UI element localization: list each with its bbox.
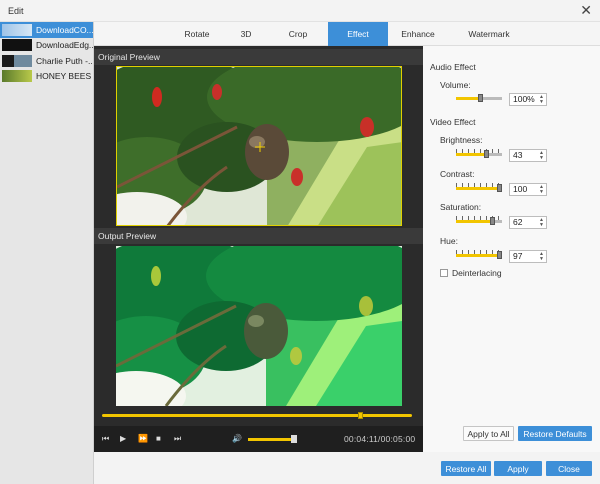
stop-icon[interactable]: ■ — [156, 434, 161, 444]
contrast-slider[interactable] — [456, 183, 502, 192]
original-preview-image — [116, 66, 402, 226]
volume-knob[interactable] — [291, 435, 297, 443]
volume-spinbox[interactable]: 100% ▲ ▼ — [509, 93, 547, 106]
skip-next-icon[interactable]: ⏭ — [174, 434, 181, 444]
saturation-knob[interactable] — [490, 217, 495, 225]
file-item[interactable]: DownloadCO... — [0, 22, 93, 38]
contrast-knob[interactable] — [497, 184, 502, 192]
saturation-slider[interactable] — [456, 216, 502, 225]
video-effect-heading: Video Effect — [430, 117, 476, 127]
output-preview-image — [116, 246, 402, 406]
file-name: DownloadCO... — [36, 24, 93, 35]
fast-forward-icon[interactable]: ⏩ — [138, 434, 148, 444]
file-item[interactable]: Charlie Puth -... — [0, 53, 93, 69]
volume-effect-knob[interactable] — [478, 94, 483, 102]
playback-progress[interactable] — [102, 412, 412, 419]
preview-panel: Original Preview Output Preview ⏮ ▶ ⏩ ■ … — [94, 46, 423, 452]
hue-label: Hue: — [440, 236, 458, 246]
file-thumbnail — [2, 70, 32, 83]
volume-label: Volume: — [440, 80, 471, 90]
contrast-spinbox[interactable]: 100 ▲ ▼ — [509, 183, 547, 196]
volume-icon[interactable]: 🔊 — [232, 434, 242, 444]
tab-bar: Rotate 3D Crop Effect Enhance Watermark — [94, 22, 600, 46]
close-button[interactable]: Close — [546, 461, 592, 476]
deinterlacing-checkbox[interactable] — [440, 269, 448, 277]
file-name: DownloadEdg... — [36, 40, 93, 51]
brightness-slider[interactable] — [456, 149, 502, 158]
effect-settings-panel: Audio Effect Volume: 100% ▲ ▼ Video Effect… — [423, 46, 600, 452]
tab-crop[interactable]: Crop — [268, 22, 328, 46]
file-item[interactable]: DownloadEdg... — [0, 38, 93, 54]
saturation-label: Saturation: — [440, 202, 482, 212]
volume-slider[interactable] — [248, 438, 296, 441]
playback-knob[interactable] — [358, 412, 363, 419]
hue-slider[interactable] — [456, 250, 502, 259]
original-preview-label: Original Preview — [94, 49, 423, 65]
restore-all-button[interactable]: Restore All — [441, 461, 491, 476]
volume-effect-slider[interactable] — [456, 93, 502, 102]
tab-effect[interactable]: Effect — [328, 22, 388, 46]
apply-to-all-button[interactable]: Apply to All — [463, 426, 514, 441]
apply-button[interactable]: Apply — [494, 461, 542, 476]
tab-3d[interactable]: 3D — [224, 22, 268, 46]
saturation-spinbox[interactable]: 62 ▲ ▼ — [509, 216, 547, 229]
tab-enhance[interactable]: Enhance — [388, 22, 448, 46]
restore-defaults-button[interactable]: Restore Defaults — [518, 426, 592, 441]
playback-controls: ⏮ ▶ ⏩ ■ ⏭ 🔊 00:04:11/00:05:00 — [94, 426, 423, 452]
audio-effect-heading: Audio Effect — [430, 62, 476, 72]
hue-spinbox[interactable]: 97 ▲ ▼ — [509, 250, 547, 263]
brightness-label: Brightness: — [440, 135, 483, 145]
time-display: 00:04:11/00:05:00 — [344, 434, 416, 444]
brightness-spinbox[interactable]: 43 ▲ ▼ — [509, 149, 547, 162]
file-list: DownloadCO... DownloadEdg... Charlie Put… — [0, 22, 94, 484]
file-thumbnail — [2, 23, 32, 36]
file-item[interactable]: HONEY BEES ... — [0, 69, 93, 85]
output-preview-label: Output Preview — [94, 228, 423, 244]
skip-previous-icon[interactable]: ⏮ — [102, 434, 109, 444]
play-icon[interactable]: ▶ — [120, 434, 126, 444]
window-title: Edit — [8, 6, 24, 16]
tab-rotate[interactable]: Rotate — [170, 22, 224, 46]
close-icon[interactable]: ✕ — [580, 3, 592, 17]
file-thumbnail — [2, 54, 32, 67]
file-thumbnail — [2, 39, 32, 52]
brightness-knob[interactable] — [484, 150, 489, 158]
file-name: HONEY BEES ... — [36, 71, 93, 82]
tab-watermark[interactable]: Watermark — [448, 22, 530, 46]
hue-knob[interactable] — [497, 251, 502, 259]
title-bar: Edit ✕ — [0, 0, 600, 22]
deinterlacing-label: Deinterlacing — [452, 268, 502, 278]
file-name: Charlie Puth -... — [36, 55, 93, 66]
contrast-label: Contrast: — [440, 169, 475, 179]
